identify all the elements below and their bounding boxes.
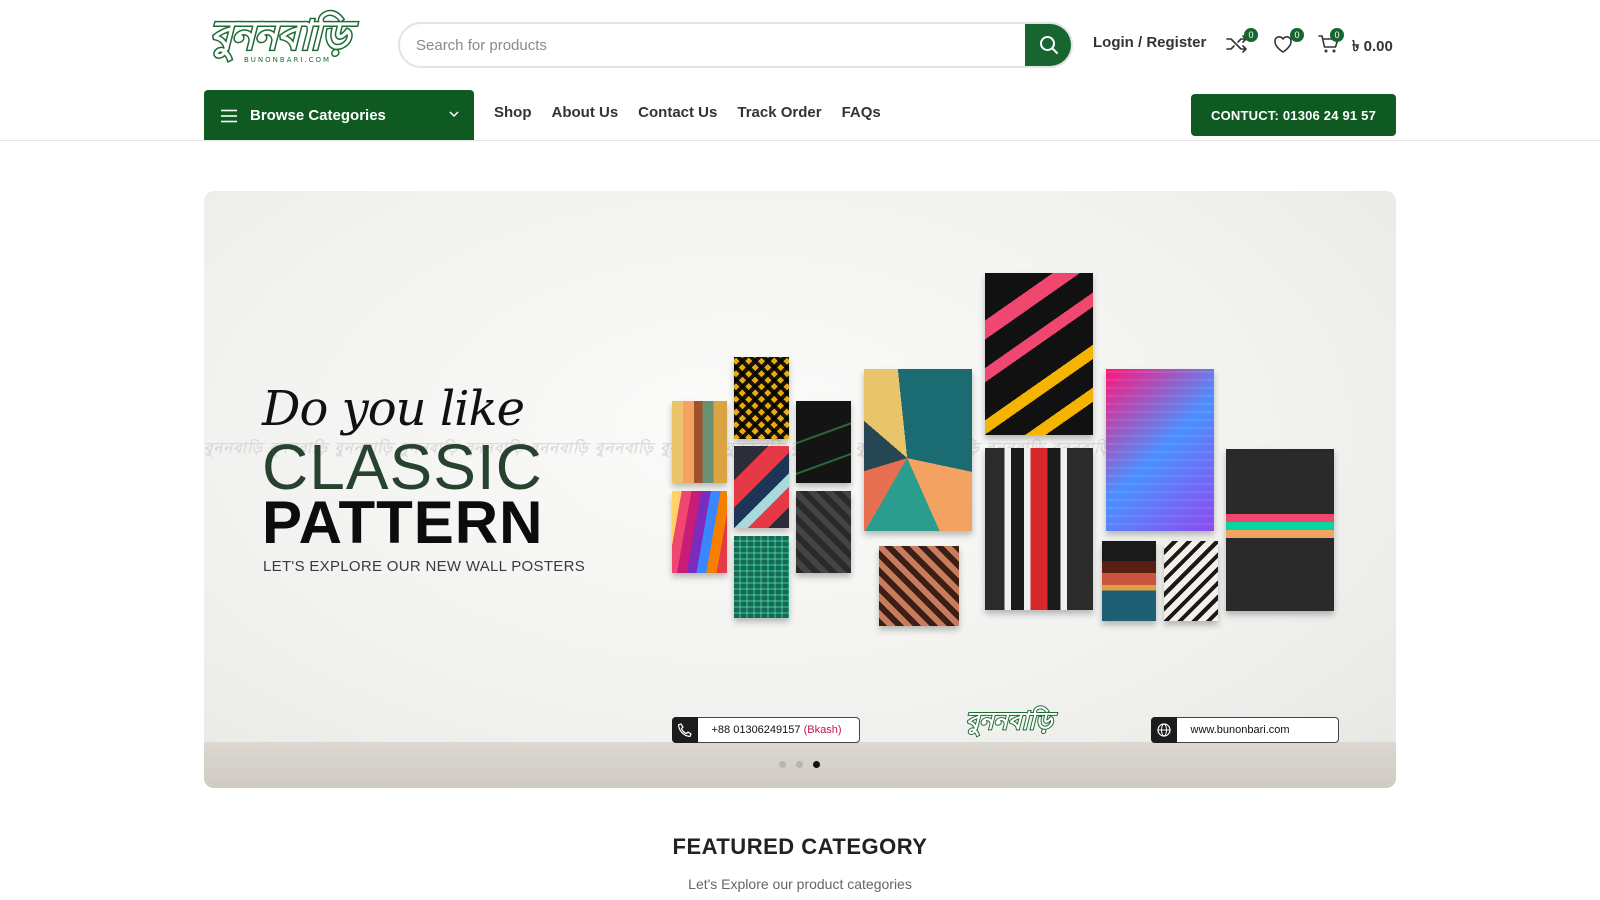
browse-categories-button[interactable]: Browse Categories	[204, 90, 474, 141]
login-register-link[interactable]: Login / Register	[1093, 34, 1206, 51]
browse-categories-label: Browse Categories	[250, 107, 386, 124]
poster-sunset-gradient	[1102, 541, 1156, 621]
hero-phone-number: +88 01306249157 (Bkash)	[698, 724, 842, 736]
compare-button[interactable]: 0	[1226, 28, 1258, 56]
site-logo[interactable]: বুননবাড়ি BUNONBARI.COM	[209, 11, 352, 78]
hero-phone-digits: +88 01306249157	[711, 724, 801, 736]
poster-chevron-stripes	[1226, 449, 1334, 611]
slider-dot-1[interactable]	[779, 761, 786, 768]
hero-website-url: www.bunonbari.com	[1190, 724, 1290, 736]
hero-mini-logo: বুননবাড়ি	[965, 705, 1053, 736]
logo-wordmark: বুননবাড়ি	[209, 11, 352, 61]
phone-icon	[677, 723, 692, 737]
poster-dark-green-lines	[796, 401, 851, 483]
phone-icon-wrap	[671, 717, 698, 743]
hero-subheading: LET'S EXPLORE OUR NEW WALL POSTERS	[263, 558, 586, 575]
poster-perspective-lines	[985, 448, 1093, 610]
hero-slider[interactable]: বুননবাড়ি বুননবাড়ি বুননবাড়ি বুননবাড়ি …	[204, 191, 1396, 788]
cart-count-badge: 0	[1330, 28, 1344, 42]
poster-drips	[985, 273, 1093, 435]
search-button[interactable]	[1025, 24, 1071, 66]
poster-yellow-squiggle	[734, 357, 789, 439]
nav-link-track-order[interactable]: Track Order	[737, 104, 821, 121]
hamburger-icon	[221, 109, 237, 122]
hero-website-pill: www.bunonbari.com	[1150, 717, 1339, 743]
main-nav: Shop About Us Contact Us Track Order FAQ…	[494, 104, 881, 121]
hero-script-heading: Do you like	[262, 381, 525, 437]
poster-retro-stripes	[672, 401, 727, 483]
slider-dot-3[interactable]	[813, 761, 820, 768]
hero-heading-pattern: PATTERN	[262, 489, 544, 556]
slider-pagination	[779, 761, 820, 768]
poster-green-maze	[734, 536, 789, 618]
poster-neon-maze	[1106, 369, 1214, 531]
contact-phone-button[interactable]: CONTUCT: 01306 24 91 57	[1191, 94, 1396, 136]
poster-red-blue-geo	[734, 446, 789, 528]
hero-phone-pill: +88 01306249157 (Bkash)	[671, 717, 860, 743]
nav-link-contact-us[interactable]: Contact Us	[638, 104, 717, 121]
slider-dot-2[interactable]	[796, 761, 803, 768]
logo-domain: BUNONBARI.COM	[244, 56, 332, 64]
featured-category-subtitle: Let's Explore our product categories	[688, 876, 912, 892]
globe-icon	[1156, 723, 1171, 737]
nav-link-faqs[interactable]: FAQs	[842, 104, 881, 121]
nav-link-shop[interactable]: Shop	[494, 104, 532, 121]
header-divider	[0, 140, 1600, 141]
search-icon	[1040, 36, 1058, 54]
poster-triangles	[864, 369, 972, 531]
poster-black-weave	[796, 491, 851, 573]
poster-zigzag	[1164, 541, 1218, 621]
globe-icon-wrap	[1150, 717, 1177, 743]
chevron-down-icon	[449, 111, 459, 118]
wishlist-count-badge: 0	[1290, 28, 1304, 42]
search-bar	[398, 22, 1073, 68]
poster-rainbow-stripes	[672, 491, 727, 573]
featured-category-title: FEATURED CATEGORY	[672, 834, 928, 859]
cart-button[interactable]: 0	[1318, 28, 1344, 56]
poster-copper-weave	[879, 546, 959, 626]
wishlist-button[interactable]: 0	[1272, 28, 1304, 56]
nav-link-about-us[interactable]: About Us	[552, 104, 619, 121]
search-input[interactable]	[400, 24, 1020, 66]
cart-total[interactable]: ৳ 0.00	[1352, 35, 1393, 60]
hero-phone-note: (Bkash)	[803, 724, 842, 736]
compare-count-badge: 0	[1244, 28, 1258, 42]
